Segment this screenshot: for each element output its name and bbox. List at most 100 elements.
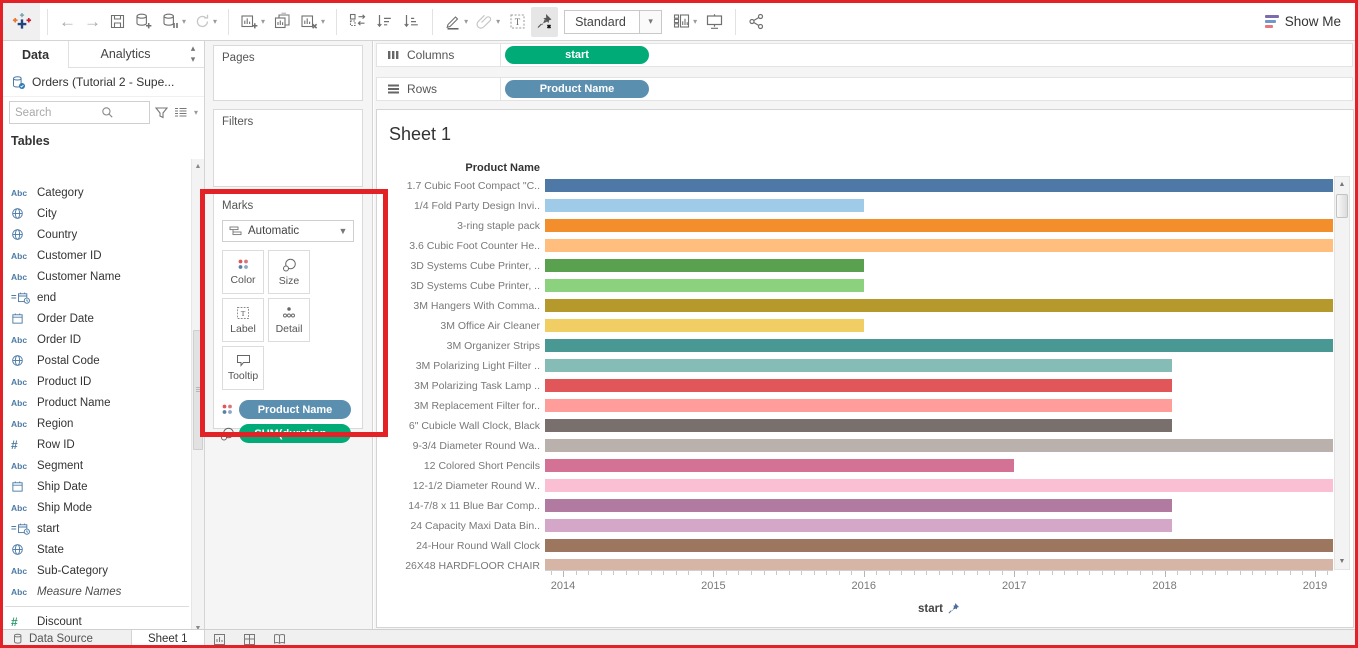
field-customer-name[interactable]: Abc Customer Name [3, 266, 191, 287]
chart-scroll-down-icon[interactable]: ▼ [1335, 554, 1349, 569]
bar-mark[interactable] [545, 379, 1173, 392]
product-label[interactable]: 3M Hangers With Comma.. [377, 300, 540, 312]
field-measure-names[interactable]: Abc Measure Names [3, 581, 191, 602]
product-label[interactable]: 3.6 Cubic Foot Counter He.. [377, 240, 540, 252]
marks-pill-product-name[interactable]: Product Name [239, 400, 351, 419]
undo-button[interactable]: ← [55, 7, 80, 37]
bar-mark[interactable] [545, 419, 1173, 432]
group-members-button[interactable]: ▾ [472, 7, 504, 37]
search-input-wrap[interactable] [9, 101, 150, 124]
new-story-tab-button[interactable] [265, 630, 295, 645]
fit-selector[interactable]: Standard ▾ [564, 9, 663, 34]
pause-auto-updates-button[interactable]: ▾ [157, 7, 190, 37]
fix-axes-button[interactable] [531, 6, 559, 37]
product-label[interactable]: 9-3/4 Diameter Round Wa.. [377, 440, 540, 452]
field-ship-date[interactable]: Ship Date [3, 476, 191, 497]
field-postal-code[interactable]: Postal Code [3, 350, 191, 371]
sort-descending-button[interactable] [398, 7, 425, 37]
field-state[interactable]: State [3, 539, 191, 560]
field-ship-mode[interactable]: Abc Ship Mode [3, 497, 191, 518]
product-label[interactable]: 14-7/8 x 11 Blue Bar Comp.. [377, 500, 540, 512]
collapse-pane-icon[interactable]: ▴ ▾ [182, 41, 204, 68]
marks-pill-sum-duration-[interactable]: SUM(duration .. [239, 424, 351, 443]
field-country[interactable]: Country [3, 224, 191, 245]
field-category[interactable]: Abc Category [3, 182, 191, 203]
highlight-button[interactable]: ▾ [440, 7, 472, 37]
product-label[interactable]: 3D Systems Cube Printer, .. [377, 260, 540, 272]
chart-scrollbar[interactable]: ▲ ▼ [1334, 176, 1350, 570]
field-start[interactable]: = start [3, 518, 191, 539]
search-input[interactable] [15, 106, 101, 119]
new-worksheet-tab-button[interactable] [205, 630, 235, 645]
mark-type-dropdown[interactable]: Automatic ▼ [222, 220, 354, 242]
product-label[interactable]: 3M Polarizing Light Filter .. [377, 360, 540, 372]
product-label[interactable]: 3M Replacement Filter for.. [377, 400, 540, 412]
chart-scrollbar-thumb[interactable] [1336, 194, 1348, 218]
tab-data[interactable]: Data [3, 41, 69, 68]
field-product-id[interactable]: Abc Product ID [3, 371, 191, 392]
product-label[interactable]: 3M Organizer Strips [377, 340, 540, 352]
new-worksheet-button[interactable]: ▾ [236, 7, 269, 37]
bar-mark[interactable] [545, 519, 1173, 532]
bar-mark[interactable] [545, 439, 1333, 452]
run-update-button[interactable]: ▾ [190, 7, 221, 37]
product-label[interactable]: 24-Hour Round Wall Clock [377, 540, 540, 552]
marks-tooltip-button[interactable]: Tooltip [222, 346, 264, 390]
product-label[interactable]: 12 Colored Short Pencils [377, 460, 540, 472]
bar-mark[interactable] [545, 399, 1173, 412]
marks-size-button[interactable]: Size [268, 250, 310, 294]
show-hide-cards-button[interactable]: ▾ [668, 7, 701, 37]
bar-mark[interactable] [545, 359, 1173, 372]
product-label[interactable]: 24 Capacity Maxi Data Bin.. [377, 520, 540, 532]
marks-label-button[interactable]: T Label [222, 298, 264, 342]
field-customer-id[interactable]: Abc Customer ID [3, 245, 191, 266]
new-data-source-button[interactable] [130, 7, 157, 37]
show-me-button[interactable]: Show Me [1264, 14, 1341, 29]
view-options-caret-icon[interactable]: ▾ [194, 108, 198, 117]
swap-rows-columns-button[interactable] [344, 7, 371, 37]
tab-analytics[interactable]: Analytics [69, 41, 182, 68]
data-source-item[interactable]: Orders (Tutorial 2 - Supe... [3, 68, 204, 97]
redo-button[interactable]: → [80, 7, 105, 37]
columns-shelf[interactable]: Columns start [376, 43, 1353, 67]
rows-shelf[interactable]: Rows Product Name [376, 77, 1353, 101]
new-dashboard-tab-button[interactable] [235, 630, 265, 645]
filter-fields-icon[interactable] [154, 105, 169, 120]
product-label[interactable]: 3M Polarizing Task Lamp .. [377, 380, 540, 392]
pill-product-name[interactable]: Product Name [505, 80, 649, 98]
bar-mark[interactable] [545, 479, 1333, 492]
filters-shelf[interactable]: Filters [213, 109, 363, 187]
clear-sheet-button[interactable]: ▾ [296, 7, 329, 37]
bar-mark[interactable] [545, 339, 1333, 352]
row-header-label[interactable]: Product Name [377, 162, 540, 174]
view-options-icon[interactable] [173, 106, 188, 119]
sidebar-scrollbar[interactable]: ▲ ▼ [191, 159, 204, 635]
scrollbar-thumb[interactable] [193, 330, 203, 451]
bar-mark[interactable] [545, 499, 1173, 512]
product-label[interactable]: 12-1/2 Diameter Round W.. [377, 480, 540, 492]
field-region[interactable]: Abc Region [3, 413, 191, 434]
chart-scroll-up-icon[interactable]: ▲ [1335, 177, 1349, 192]
field-row-id[interactable]: # Row ID [3, 434, 191, 455]
bar-mark[interactable] [545, 259, 864, 272]
pages-shelf[interactable]: Pages [213, 45, 363, 101]
field-order-id[interactable]: Abc Order ID [3, 329, 191, 350]
share-workbook-button[interactable] [743, 7, 770, 37]
marks-color-button[interactable]: Color [222, 250, 264, 294]
save-button[interactable] [105, 7, 130, 37]
product-label[interactable]: 1.7 Cubic Foot Compact "C.. [377, 180, 540, 192]
product-label[interactable]: 6" Cubicle Wall Clock, Black [377, 420, 540, 432]
show-mark-labels-button[interactable]: T [504, 7, 531, 37]
field-end[interactable]: = end [3, 287, 191, 308]
product-label[interactable]: 1/4 Fold Party Design Invi.. [377, 200, 540, 212]
product-label[interactable]: 3D Systems Cube Printer, .. [377, 280, 540, 292]
bar-mark[interactable] [545, 179, 1333, 192]
data-source-tab[interactable]: Data Source [3, 630, 103, 645]
pill-start[interactable]: start [505, 46, 649, 64]
bar-mark[interactable] [545, 299, 1333, 312]
marks-detail-button[interactable]: Detail [268, 298, 310, 342]
field-city[interactable]: City [3, 203, 191, 224]
field-order-date[interactable]: Order Date [3, 308, 191, 329]
bar-mark[interactable] [545, 279, 864, 292]
field-segment[interactable]: Abc Segment [3, 455, 191, 476]
